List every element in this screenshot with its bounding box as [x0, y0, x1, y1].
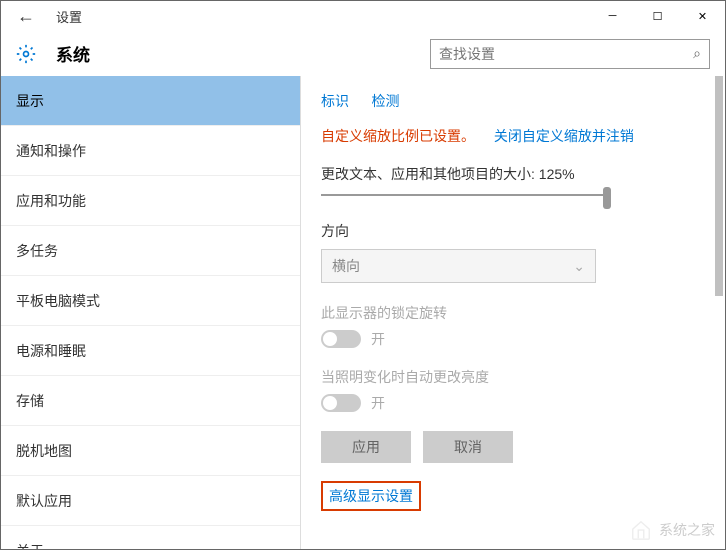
toggle-knob [323, 396, 337, 410]
window-controls: ─ ☐ ✕ [590, 1, 725, 31]
action-buttons: 应用 取消 [321, 431, 705, 463]
sidebar-item-label: 平板电脑模式 [16, 291, 100, 311]
slider-thumb[interactable] [603, 187, 611, 209]
main-panel: 标识 检测 自定义缩放比例已设置。 关闭自定义缩放并注销 更改文本、应用和其他项… [301, 76, 725, 549]
sidebar-item-label: 电源和睡眠 [16, 341, 86, 361]
sidebar-item-maps[interactable]: 脱机地图 [1, 426, 300, 476]
search-box[interactable]: ⌕ [430, 39, 710, 69]
sidebar-item-defaultapps[interactable]: 默认应用 [1, 476, 300, 526]
maximize-button[interactable]: ☐ [635, 1, 680, 31]
content: 显示 通知和操作 应用和功能 多任务 平板电脑模式 电源和睡眠 存储 脱机地图 … [1, 76, 725, 549]
scale-label: 更改文本、应用和其他项目的大小: 125% [321, 164, 705, 184]
auto-brightness-toggle[interactable] [321, 394, 361, 412]
status-warning: 自定义缩放比例已设置。 [321, 128, 475, 144]
auto-brightness-row: 开 [321, 393, 705, 413]
house-icon [629, 519, 653, 541]
sidebar-item-label: 关于 [16, 541, 44, 550]
chevron-down-icon: ⌄ [573, 258, 585, 275]
close-button[interactable]: ✕ [680, 1, 725, 31]
window-title: 设置 [56, 7, 82, 26]
orientation-label: 方向 [321, 221, 705, 241]
search-icon: ⌕ [693, 45, 701, 62]
back-button[interactable]: ← [11, 6, 41, 27]
header: 系统 ⌕ [1, 31, 725, 76]
sidebar-item-display[interactable]: 显示 [1, 76, 300, 126]
settings-icon [11, 44, 41, 64]
lock-rotation-label: 此显示器的锁定旋转 [321, 303, 705, 323]
minimize-button[interactable]: ─ [590, 1, 635, 31]
tab-detect[interactable]: 检测 [371, 93, 399, 109]
lock-rotation-toggle[interactable] [321, 330, 361, 348]
advanced-display-link[interactable]: 高级显示设置 [321, 481, 421, 511]
sidebar-item-label: 通知和操作 [16, 141, 86, 161]
cancel-button[interactable]: 取消 [423, 431, 513, 463]
watermark-text: 系统之家 [659, 520, 715, 540]
auto-brightness-label: 当照明变化时自动更改亮度 [321, 367, 705, 387]
sidebar-item-storage[interactable]: 存储 [1, 376, 300, 426]
sidebar-item-power[interactable]: 电源和睡眠 [1, 326, 300, 376]
search-input[interactable] [439, 46, 693, 62]
sidebar-item-multitask[interactable]: 多任务 [1, 226, 300, 276]
lock-rotation-row: 开 [321, 329, 705, 349]
sidebar-item-label: 显示 [16, 91, 44, 111]
scaling-status: 自定义缩放比例已设置。 关闭自定义缩放并注销 [321, 126, 705, 146]
status-action-link[interactable]: 关闭自定义缩放并注销 [494, 128, 634, 144]
toggle-knob [323, 332, 337, 346]
watermark: 系统之家 [629, 519, 715, 541]
scrollbar[interactable] [715, 76, 723, 549]
sidebar-item-about[interactable]: 关于 [1, 526, 300, 549]
sidebar-item-apps[interactable]: 应用和功能 [1, 176, 300, 226]
sidebar-item-label: 默认应用 [16, 491, 72, 511]
sidebar-item-label: 脱机地图 [16, 441, 72, 461]
apply-button[interactable]: 应用 [321, 431, 411, 463]
sidebar: 显示 通知和操作 应用和功能 多任务 平板电脑模式 电源和睡眠 存储 脱机地图 … [1, 76, 301, 549]
tab-identify[interactable]: 标识 [321, 93, 349, 109]
orientation-value: 横向 [332, 256, 360, 276]
sidebar-item-label: 多任务 [16, 241, 58, 261]
sidebar-item-label: 存储 [16, 391, 44, 411]
sidebar-item-label: 应用和功能 [16, 191, 86, 211]
orientation-dropdown[interactable]: 横向 ⌄ [321, 249, 596, 283]
titlebar: ← 设置 ─ ☐ ✕ [1, 1, 725, 31]
page-title: 系统 [56, 41, 90, 66]
scale-slider[interactable] [321, 194, 611, 196]
scrollbar-thumb[interactable] [715, 76, 723, 296]
display-tabs: 标识 检测 [321, 91, 705, 111]
sidebar-item-tablet[interactable]: 平板电脑模式 [1, 276, 300, 326]
auto-brightness-value: 开 [371, 393, 385, 413]
lock-rotation-value: 开 [371, 329, 385, 349]
sidebar-item-notifications[interactable]: 通知和操作 [1, 126, 300, 176]
